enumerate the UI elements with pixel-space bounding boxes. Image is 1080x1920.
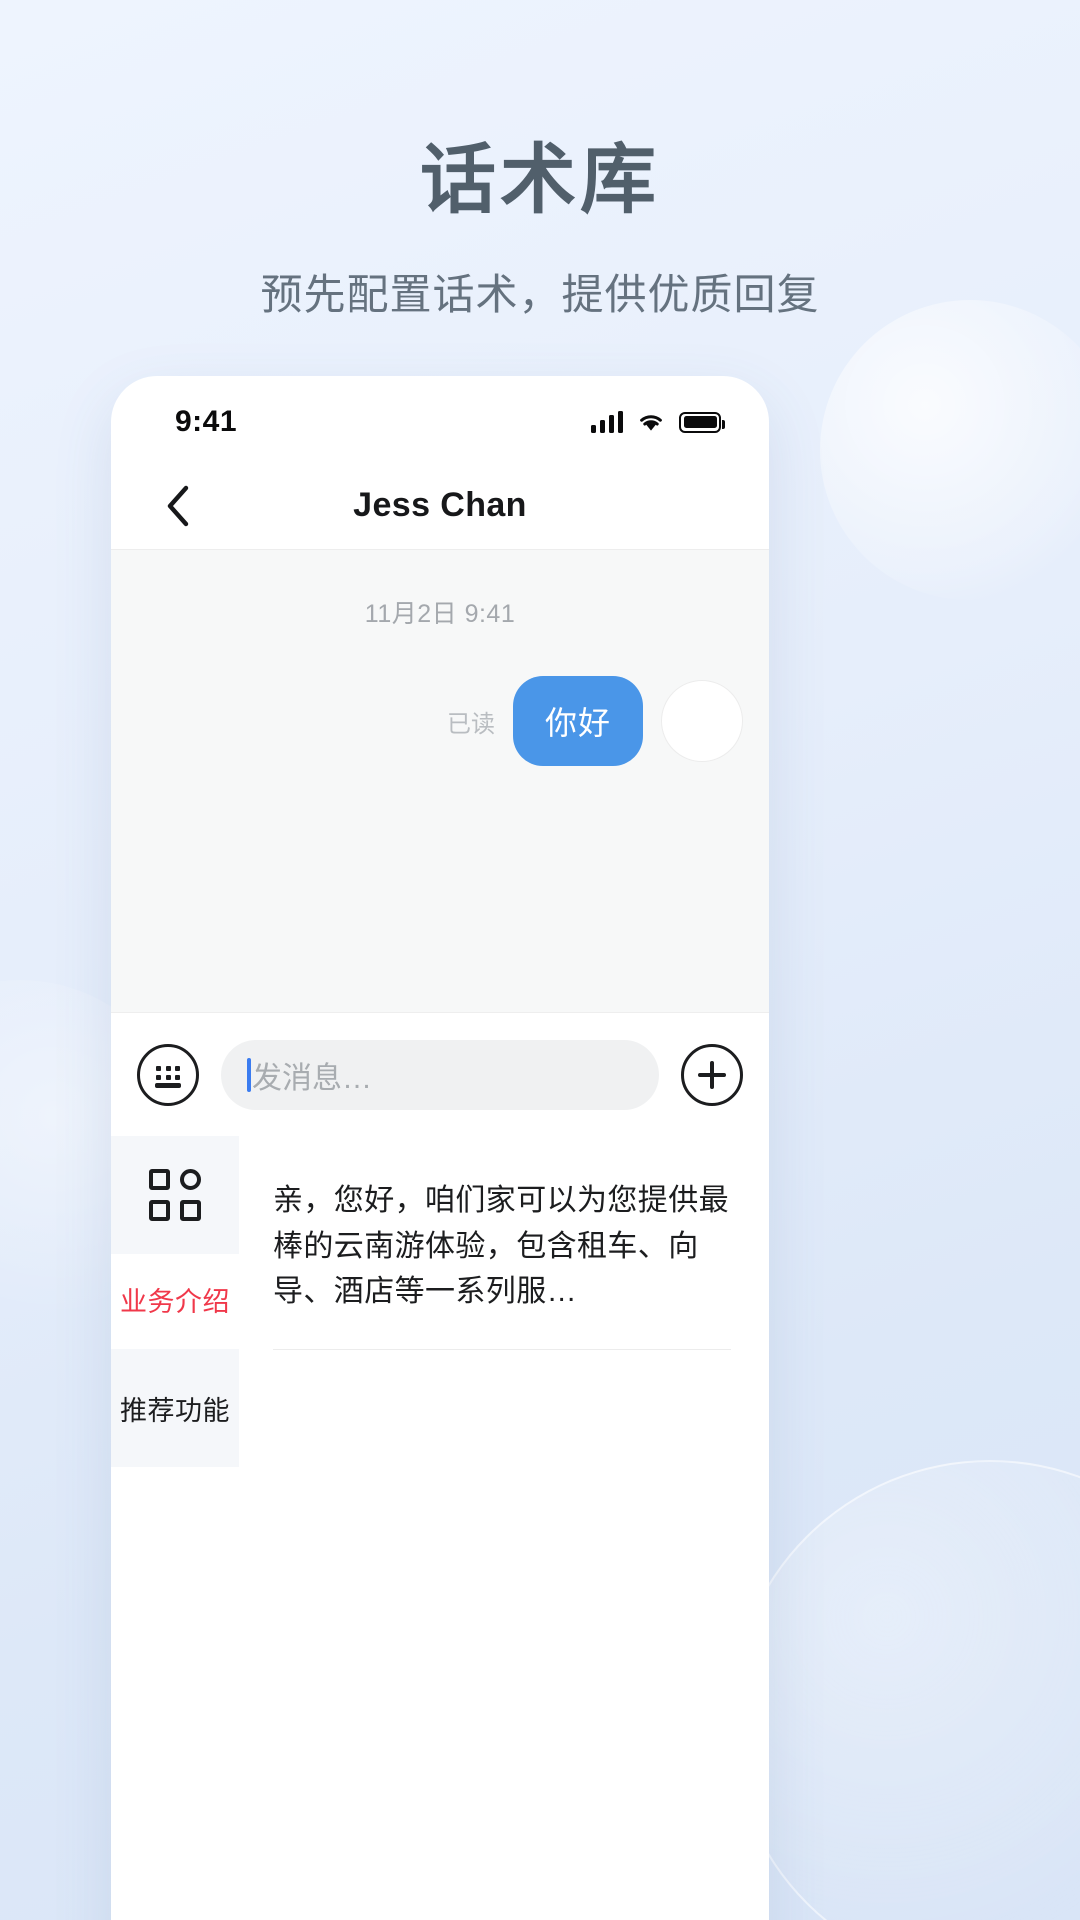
status-bar: 9:41 xyxy=(111,376,769,462)
chat-message-area: 11月2日 9:41 已读 你好 xyxy=(111,550,769,1012)
chat-contact-name: Jess Chan xyxy=(353,486,527,524)
decorative-circle-top xyxy=(820,300,1080,600)
message-read-status: 已读 xyxy=(446,710,495,738)
chat-message-row: 已读 你好 xyxy=(111,676,769,766)
status-bar-icons xyxy=(590,411,726,433)
wifi-icon xyxy=(636,411,666,433)
chat-date-divider: 11月2日 9:41 xyxy=(364,600,516,628)
sidebar-item-recommended[interactable]: 推荐功能 xyxy=(111,1349,239,1467)
quick-reply-grid-tab[interactable] xyxy=(111,1136,239,1254)
page-subtitle: 预先配置话术，提供优质回复 xyxy=(260,271,820,318)
text-cursor xyxy=(247,1057,251,1092)
keyboard-toggle-icon[interactable] xyxy=(137,1043,199,1106)
status-bar-time: 9:41 xyxy=(175,405,238,438)
message-input-bar: 发消息… xyxy=(111,1012,769,1136)
chevron-left-icon xyxy=(167,485,189,526)
decorative-circle-bottom xyxy=(730,1460,1080,1920)
message-bubble-outgoing[interactable]: 你好 xyxy=(512,676,643,766)
quick-reply-list: 亲，您好，咱们家可以为您提供最棒的云南游体验，包含租车、向导、酒店等一系列服… xyxy=(239,1136,769,1676)
grid-apps-icon xyxy=(149,1169,201,1221)
message-input-field[interactable]: 发消息… xyxy=(221,1039,659,1110)
message-input-placeholder: 发消息… xyxy=(252,1061,372,1095)
plus-circle-icon[interactable] xyxy=(681,1043,743,1106)
quick-reply-panel: 业务介绍 推荐功能 亲，您好，咱们家可以为您提供最棒的云南游体验，包含租车、向导… xyxy=(111,1136,769,1676)
back-button[interactable] xyxy=(151,479,205,533)
chat-nav-bar: Jess Chan xyxy=(111,462,769,550)
sidebar-item-business-intro[interactable]: 业务介绍 xyxy=(111,1254,239,1349)
quick-reply-sidebar: 业务介绍 推荐功能 xyxy=(111,1136,239,1676)
list-item[interactable]: 亲，您好，咱们家可以为您提供最棒的云南游体验，包含租车、向导、酒店等一系列服… xyxy=(273,1136,731,1350)
contact-avatar[interactable] xyxy=(661,680,743,762)
page-title: 话术库 xyxy=(420,138,660,223)
hero-section: 话术库 预先配置话术，提供优质回复 xyxy=(0,0,1080,322)
phone-mockup: 9:41 Jess Chan 11月2日 9:41 已读 你好 发消息… 业务介… xyxy=(111,376,769,1920)
cellular-signal-icon xyxy=(590,411,623,433)
battery-full-icon xyxy=(679,411,726,433)
